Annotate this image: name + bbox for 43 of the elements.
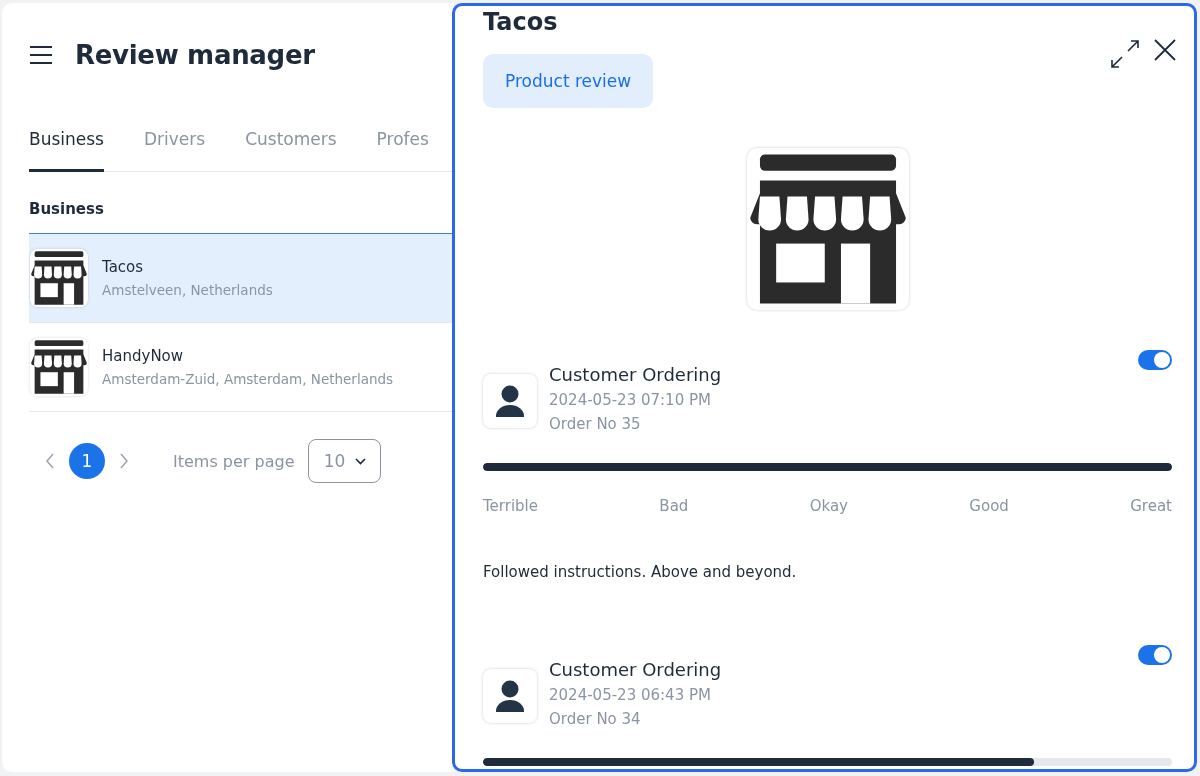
items-per-page-label: Items per page xyxy=(173,451,295,471)
business-name: HandyNow xyxy=(102,347,185,365)
chevron-down-icon xyxy=(355,457,367,465)
menu-icon xyxy=(29,45,53,65)
section-heading: Business xyxy=(29,200,105,218)
order-number: Order No 35 xyxy=(549,415,642,433)
business-row[interactable]: HandyNow Amsterdam-Zuid, Amsterdam, Netherlands xyxy=(29,322,454,412)
rating-label: Okay xyxy=(809,497,848,515)
panel-title: Tacos xyxy=(483,8,559,36)
tab[interactable]: Drivers xyxy=(143,129,206,172)
toggle-switch[interactable] xyxy=(1138,350,1172,370)
person-avatar xyxy=(483,669,537,723)
expand-button[interactable] xyxy=(1110,39,1140,69)
toggle-switch[interactable] xyxy=(1138,645,1172,665)
rating-label: Great xyxy=(1130,497,1172,515)
order-number: Order No 34 xyxy=(549,710,642,728)
page-number[interactable]: 1 xyxy=(69,443,105,479)
items-per-page-select[interactable]: 10 xyxy=(308,439,382,483)
business-location: Amstelveen, Netherlands xyxy=(102,282,273,298)
review-date: 2024-05-23 06:43 PM xyxy=(549,686,712,704)
store-icon xyxy=(30,249,88,307)
person-avatar xyxy=(483,374,537,428)
close-icon xyxy=(1154,39,1176,61)
tab[interactable]: Business xyxy=(29,129,104,172)
store-icon xyxy=(30,338,88,396)
menu-button[interactable] xyxy=(29,45,53,65)
reviewer-name: Customer Ordering xyxy=(549,659,722,680)
chevron-right-icon xyxy=(119,453,129,469)
rating-label: Terrible xyxy=(483,497,538,515)
page-title: Review manager xyxy=(75,40,315,70)
chevron-left-icon xyxy=(45,453,55,469)
business-name: Tacos xyxy=(102,258,145,276)
tab[interactable]: Customers xyxy=(245,129,337,172)
expand-icon xyxy=(1110,39,1140,69)
review-comment: Followed instructions. Above and beyond. xyxy=(483,563,798,581)
business-row[interactable]: Tacos Amstelveen, Netherlands xyxy=(29,233,454,323)
tab[interactable]: Profes xyxy=(376,129,429,172)
rating-label: Good xyxy=(969,497,1009,515)
review-date: 2024-05-23 07:10 PM xyxy=(549,391,712,409)
review-type-tag: Product review xyxy=(483,54,654,108)
rating-label: Bad xyxy=(659,497,689,515)
business-location: Amsterdam-Zuid, Amsterdam, Netherlands xyxy=(102,371,394,387)
reviewer-name: Customer Ordering xyxy=(549,364,722,385)
